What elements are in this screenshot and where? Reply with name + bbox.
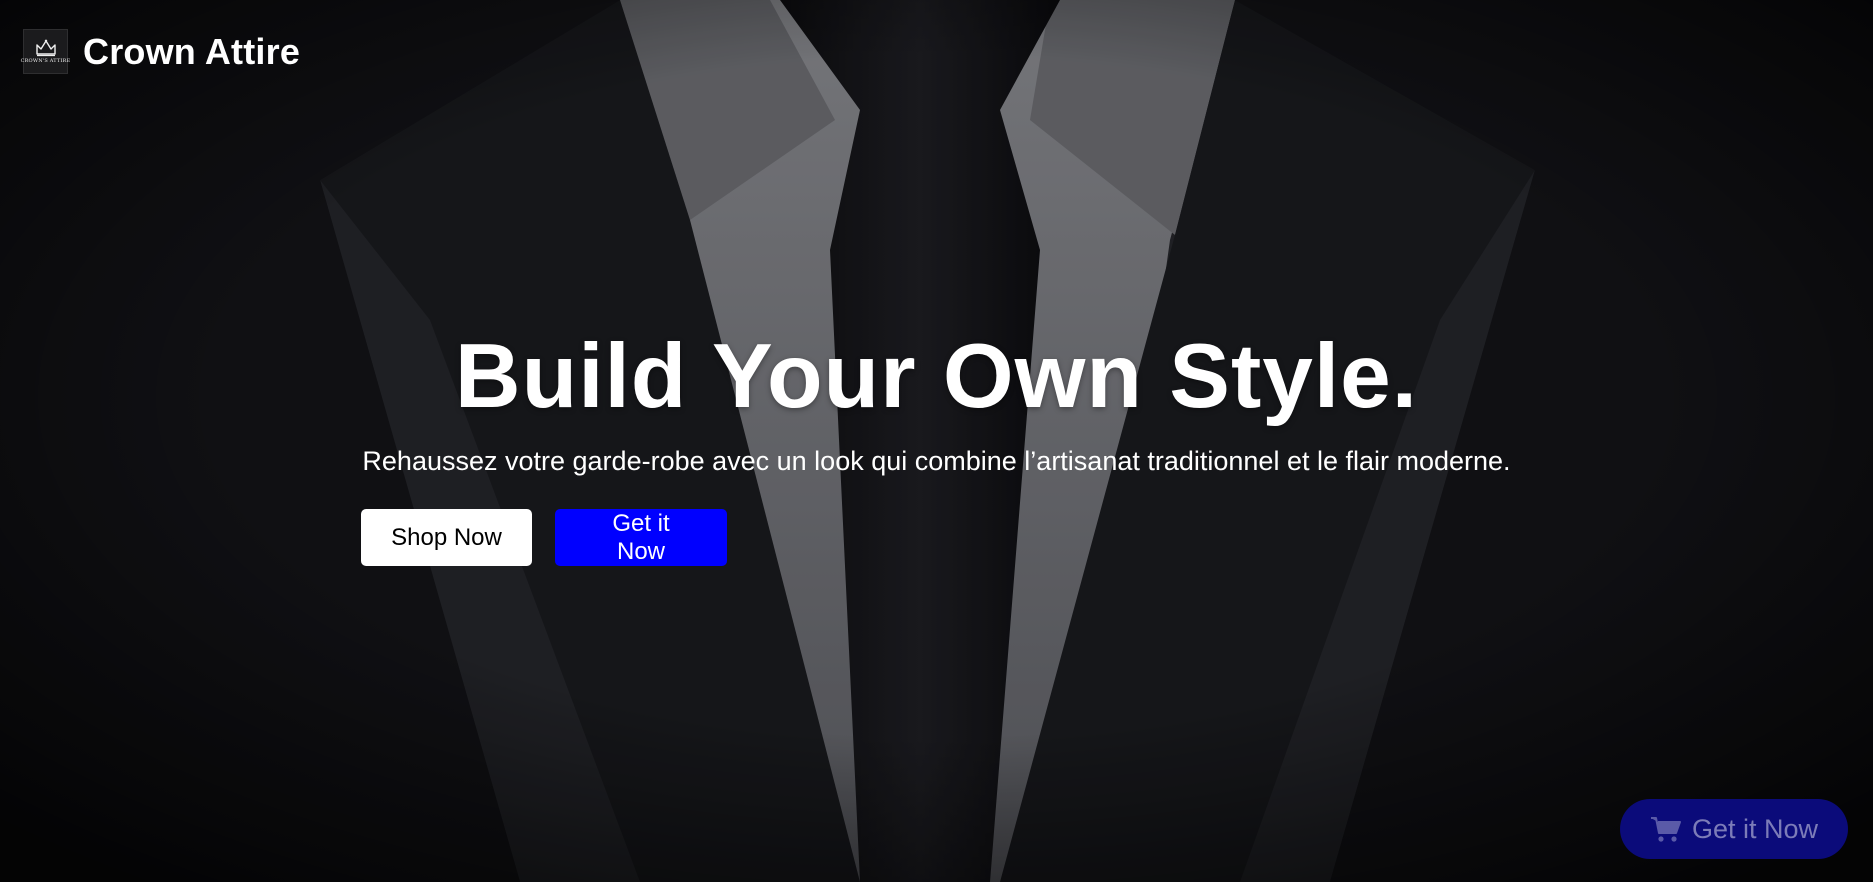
hero-subtitle: Rehaussez votre garde-robe avec un look … <box>362 446 1511 476</box>
brand-name[interactable]: Crown Attire <box>83 33 300 70</box>
hero-content: Build Your Own Style. Rehaussez votre ga… <box>0 325 1873 477</box>
crown-icon <box>35 39 56 57</box>
shop-now-button[interactable]: Shop Now <box>361 509 532 566</box>
get-it-now-button[interactable]: Get it Now <box>555 509 727 566</box>
hero-title: Build Your Own Style. <box>454 326 1419 427</box>
brand[interactable]: CROWN'S ATTIRE Crown Attire <box>20 29 300 74</box>
hero-section: CROWN'S ATTIRE Crown Attire Build Your O… <box>0 0 1873 882</box>
shopping-cart-icon <box>1650 817 1681 842</box>
hero-cta-group: Shop Now Get it Now <box>361 509 727 566</box>
floating-button-label: Get it Now <box>1691 813 1819 844</box>
floating-get-it-now-button[interactable]: Get it Now <box>1620 799 1848 859</box>
logo-wordmark: CROWN'S ATTIRE <box>20 58 71 64</box>
brand-logo[interactable]: CROWN'S ATTIRE <box>20 29 71 74</box>
